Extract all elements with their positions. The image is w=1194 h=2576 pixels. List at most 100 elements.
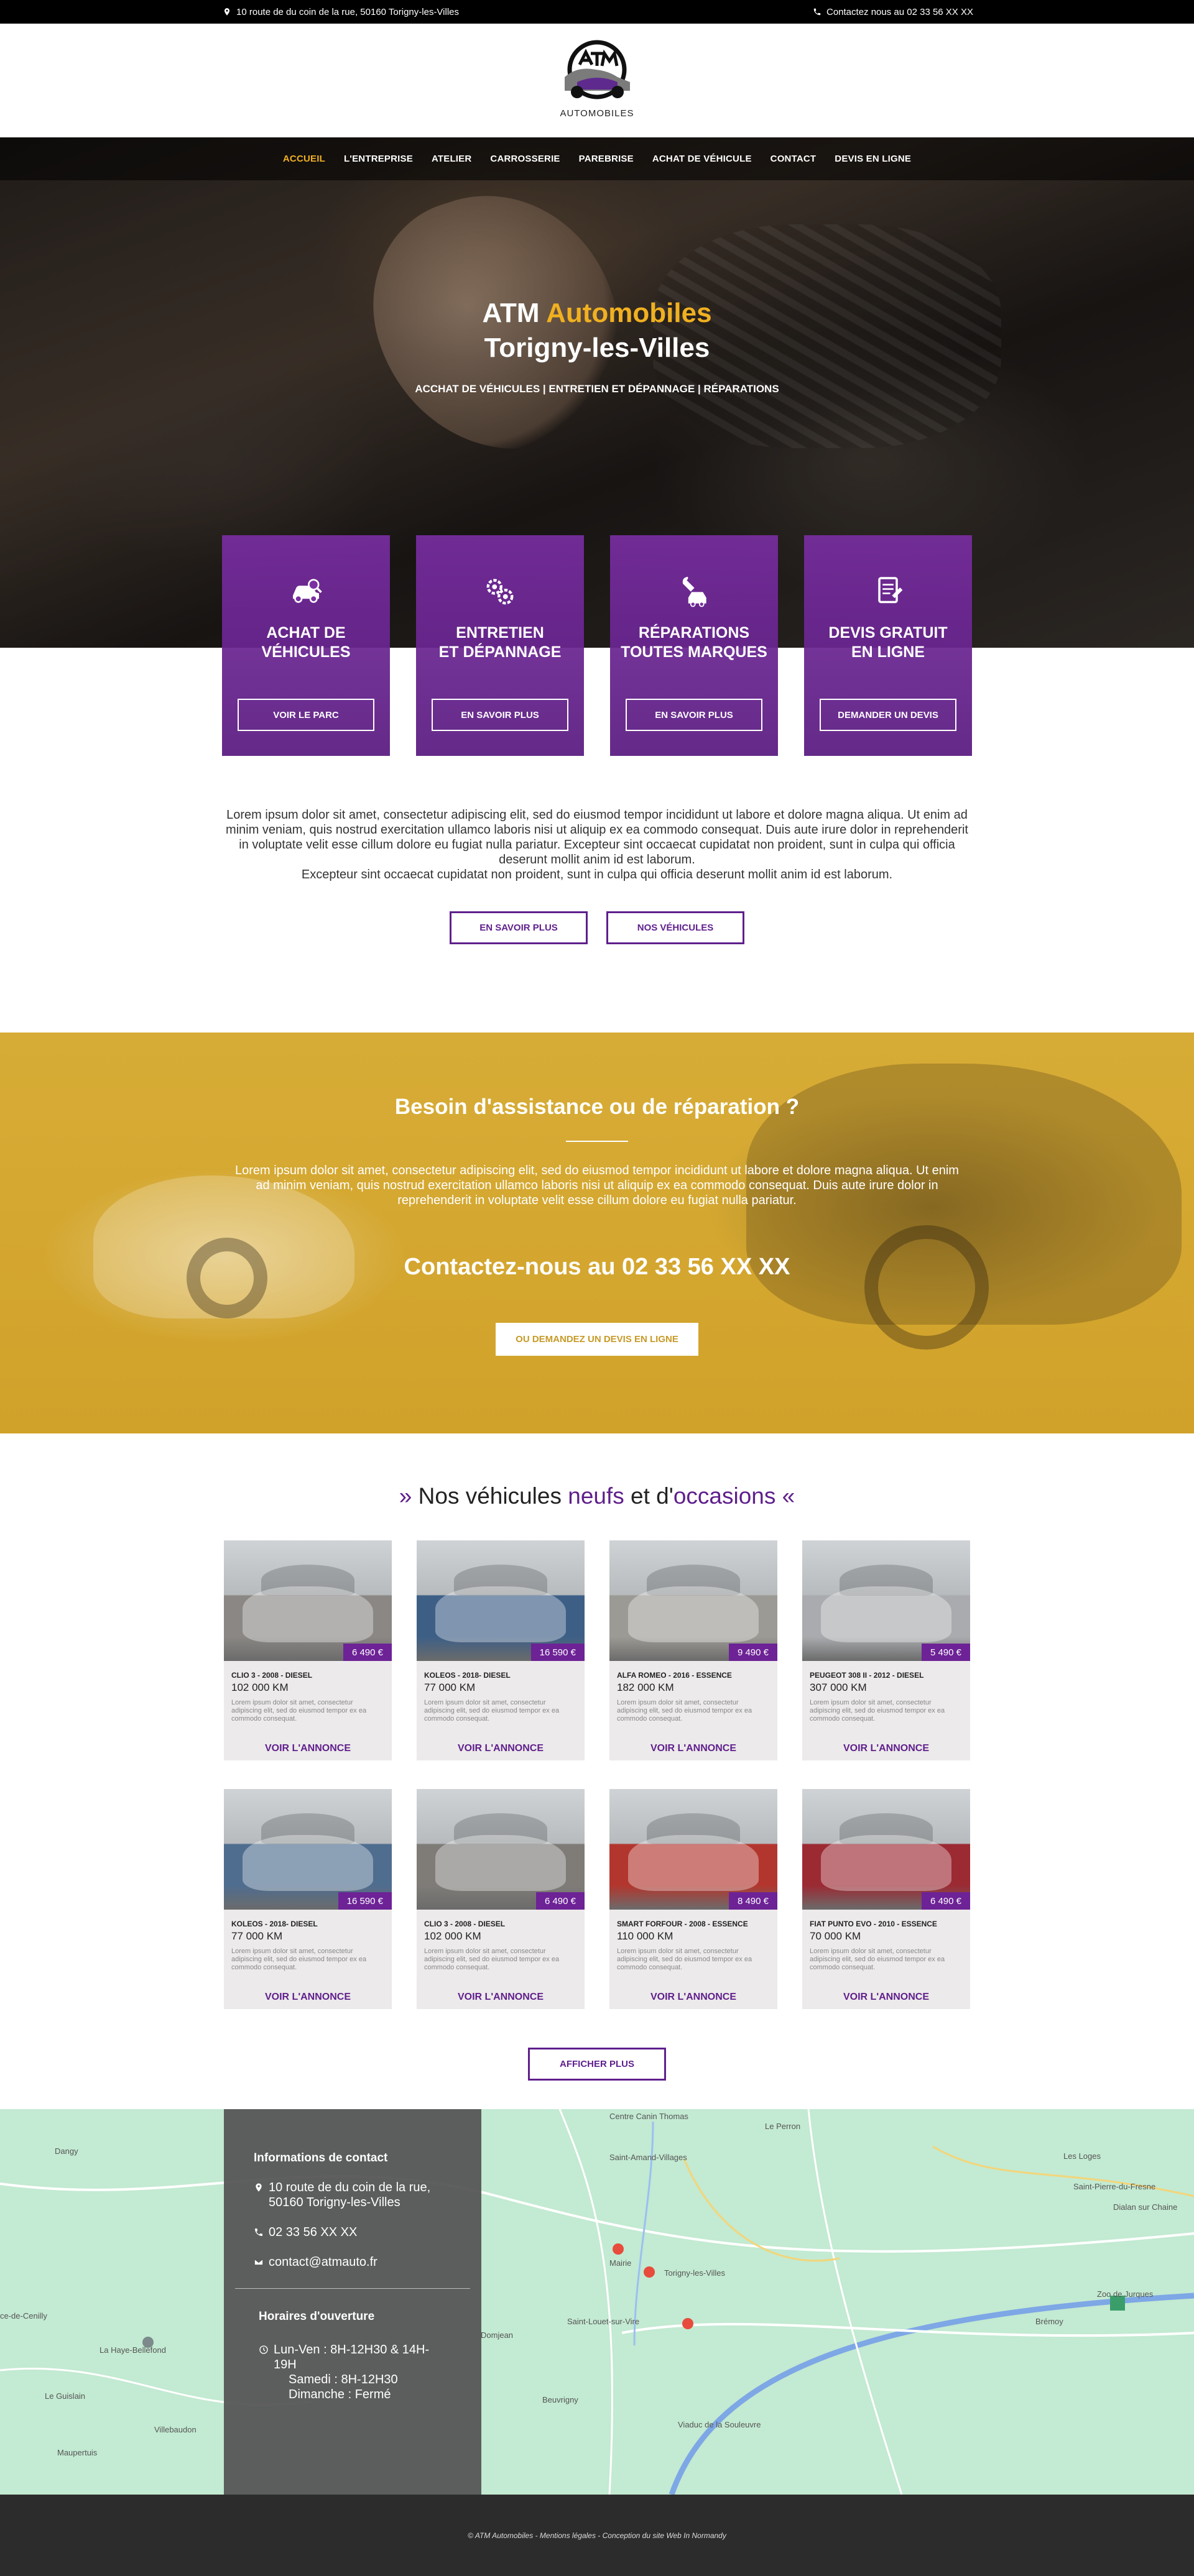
- contact-email-text: contact@atmauto.fr: [269, 2255, 377, 2269]
- heading-quote-open: »: [399, 1483, 412, 1509]
- gears-icon: [481, 573, 519, 610]
- wrench-car-icon: [675, 573, 713, 610]
- vehicle-desc: Lorem ipsum dolor sit amet, consectetur …: [231, 1948, 367, 1971]
- vehicles-heading: » Nos véhicules neufs et d'occasions «: [0, 1483, 1194, 1509]
- voir-annonce-link[interactable]: VOIR L'ANNONCE: [224, 1743, 392, 1754]
- vehicle-card[interactable]: 9 490 € ALFA ROMEO - 2016 - ESSENCE 182 0…: [609, 1540, 777, 1760]
- demander-un-devis-button[interactable]: DEMANDER UN DEVIS: [820, 699, 956, 731]
- vehicle-photo: 16 590 €: [224, 1789, 392, 1910]
- vehicle-desc: Lorem ipsum dolor sit amet, consectetur …: [810, 1699, 945, 1723]
- map-section[interactable]: Dangy Saint-Amand-Villages Le Perron Les…: [0, 2109, 1194, 2495]
- vehicle-km: 70 000 KM: [810, 1930, 861, 1942]
- assistance-section: Besoin d'assistance ou de réparation ? L…: [0, 1033, 1194, 1433]
- map-label: Viaduc de la Souleuvre: [678, 2420, 761, 2429]
- contact-phone[interactable]: 02 33 56 XX XX: [254, 2225, 451, 2240]
- heading-prefix: Nos véhicules: [418, 1483, 568, 1509]
- voir-annonce-link[interactable]: VOIR L'ANNONCE: [802, 1743, 970, 1754]
- assist-title: Besoin d'assistance ou de réparation ?: [394, 1095, 800, 1119]
- assist-background-wheel: [864, 1225, 989, 1350]
- vehicle-price: 5 490 €: [921, 1644, 970, 1661]
- nav-carrosserie[interactable]: CARROSSERIE: [490, 154, 560, 164]
- vehicle-title: KOLEOS - 2018- DIESEL: [231, 1920, 318, 1928]
- vehicle-photo: 8 490 €: [609, 1789, 777, 1910]
- quote-document-icon: [869, 573, 907, 610]
- vehicle-card[interactable]: 8 490 € SMART FORFOUR - 2008 - ESSENCE 11…: [609, 1789, 777, 2009]
- voir-annonce-link[interactable]: VOIR L'ANNONCE: [224, 1992, 392, 2003]
- nav-atelier[interactable]: ATELIER: [432, 154, 471, 164]
- site-logo[interactable]: AUTOMOBILES: [555, 39, 639, 122]
- devis-en-ligne-button[interactable]: OU DEMANDEZ UN DEVIS EN LIGNE: [496, 1323, 698, 1356]
- map-label: Zoo de Jurques: [1097, 2289, 1154, 2299]
- voir-annonce-link[interactable]: VOIR L'ANNONCE: [417, 1992, 585, 2003]
- vehicle-card[interactable]: 16 590 € KOLEOS - 2018- DIESEL 77 000 KM L…: [417, 1540, 585, 1760]
- entretien-en-savoir-plus-button[interactable]: EN SAVOIR PLUS: [432, 699, 568, 731]
- map-label: ce-de-Cenilly: [0, 2311, 47, 2321]
- nav-parebrise[interactable]: PAREBRISE: [579, 154, 634, 164]
- intro-section: Lorem ipsum dolor sit amet, consectetur …: [0, 756, 1194, 944]
- voir-annonce-link[interactable]: VOIR L'ANNONCE: [609, 1743, 777, 1754]
- map-canvas[interactable]: [0, 2109, 1194, 2495]
- reparations-en-savoir-plus-button[interactable]: EN SAVOIR PLUS: [626, 699, 762, 731]
- nav-devis[interactable]: DEVIS EN LIGNE: [835, 154, 911, 164]
- logo-text: AUTOMOBILES: [560, 108, 634, 119]
- nav-achat-vehicule[interactable]: ACHAT DE VÉHICULE: [652, 154, 752, 164]
- voir-le-parc-button[interactable]: VOIR LE PARC: [238, 699, 374, 731]
- top-phone[interactable]: Contactez nous au 02 33 56 XX XX: [813, 7, 973, 17]
- hours-sunday: Dimanche : Fermé: [289, 2388, 391, 2401]
- vehicle-card[interactable]: 6 490 € FIAT PUNTO EVO - 2010 - ESSENCE 7…: [802, 1789, 970, 2009]
- vehicle-title: FIAT PUNTO EVO - 2010 - ESSENCE: [810, 1920, 937, 1928]
- vehicle-desc: Lorem ipsum dolor sit amet, consectetur …: [617, 1699, 752, 1723]
- map-label: Saint-Amand-Villages: [609, 2153, 687, 2162]
- service-title-achat: ACHAT DE VÉHICULES: [261, 624, 351, 661]
- vehicle-price: 6 490 €: [343, 1644, 392, 1661]
- intro-buttons: EN SAVOIR PLUS NOS VÉHICULES: [224, 911, 970, 944]
- map-label: Le Guislain: [45, 2391, 86, 2401]
- voir-annonce-link[interactable]: VOIR L'ANNONCE: [417, 1743, 585, 1754]
- vehicle-price: 8 490 €: [728, 1892, 777, 1910]
- hours-list: Lun-Ven : 8H-12H30 & 14H-19H Samedi : 8H…: [259, 2342, 451, 2402]
- vehicle-title: KOLEOS - 2018- DIESEL: [424, 1671, 511, 1680]
- map-label: Villebaudon: [154, 2425, 197, 2434]
- intro-text-2: Excepteur sint occaecat cupidatat non pr…: [301, 868, 893, 881]
- map-label: Torigny-les-Villes: [664, 2268, 726, 2278]
- vehicle-desc: Lorem ipsum dolor sit amet, consectetur …: [810, 1948, 945, 1971]
- hero-title-part1: ATM: [482, 298, 547, 328]
- vehicle-card[interactable]: 5 490 € PEUGEOT 308 II - 2012 - DIESEL 30…: [802, 1540, 970, 1760]
- vehicle-title: CLIO 3 - 2008 - DIESEL: [231, 1671, 313, 1680]
- map-pin-icon: [256, 2183, 262, 2192]
- vehicle-photo: 9 490 €: [609, 1540, 777, 1661]
- voir-annonce-link[interactable]: VOIR L'ANNONCE: [802, 1992, 970, 2003]
- nav-accueil[interactable]: ACCUEIL: [283, 154, 325, 164]
- vehicle-price: 16 590 €: [338, 1892, 392, 1910]
- assist-phone[interactable]: Contactez-nous au 02 33 56 XX XX: [0, 1254, 1194, 1281]
- vehicle-title: SMART FORFOUR - 2008 - ESSENCE: [617, 1920, 748, 1928]
- voir-annonce-link[interactable]: VOIR L'ANNONCE: [609, 1992, 777, 2003]
- car-search-icon: [287, 573, 325, 610]
- map-label: Les Loges: [1063, 2151, 1101, 2161]
- nos-vehicules-button[interactable]: NOS VÉHICULES: [606, 911, 744, 944]
- nav-entreprise[interactable]: L'ENTREPRISE: [344, 154, 413, 164]
- hours-weekdays: Lun-Ven : 8H-12H30 & 14H-19H: [274, 2343, 430, 2371]
- contact-email[interactable]: contact@atmauto.fr: [254, 2255, 451, 2270]
- map-label: Dangy: [55, 2146, 78, 2156]
- map-label: Mairie: [609, 2258, 632, 2268]
- vehicle-price: 9 490 €: [728, 1644, 777, 1661]
- heading-occasions: occasions: [673, 1483, 776, 1509]
- header: AUTOMOBILES: [0, 24, 1194, 137]
- nav-contact[interactable]: CONTACT: [771, 154, 817, 164]
- contact-address-text: 10 route de du coin de la rue, 50160 Tor…: [269, 2181, 431, 2209]
- vehicle-photo: 6 490 €: [224, 1540, 392, 1661]
- afficher-plus-button[interactable]: AFFICHER PLUS: [528, 2048, 666, 2081]
- vehicle-card[interactable]: 16 590 € KOLEOS - 2018- DIESEL 77 000 KM L…: [224, 1789, 392, 2009]
- intro-text: Lorem ipsum dolor sit amet, consectetur …: [226, 808, 968, 867]
- opening-hours: Horaires d'ouverture Lun-Ven : 8H-12H30 …: [254, 2310, 451, 2402]
- hero-title: ATM Automobiles Torigny-les-Villes: [0, 296, 1194, 366]
- main-nav: ACCUEIL L'ENTREPRISE ATELIER CARROSSERIE…: [0, 137, 1194, 180]
- map-label: Domjean: [481, 2330, 514, 2340]
- vehicle-price: 6 490 €: [535, 1892, 585, 1910]
- vehicle-card[interactable]: 6 490 € CLIO 3 - 2008 - DIESEL 102 000 KM…: [417, 1789, 585, 2009]
- en-savoir-plus-button[interactable]: EN SAVOIR PLUS: [450, 911, 588, 944]
- vehicle-card[interactable]: 6 490 € CLIO 3 - 2008 - DIESEL 102 000 KM…: [224, 1540, 392, 1760]
- map-label: Dialan sur Chaine: [1113, 2202, 1178, 2212]
- footer: © ATM Automobiles - Mentions légales - C…: [0, 2495, 1194, 2576]
